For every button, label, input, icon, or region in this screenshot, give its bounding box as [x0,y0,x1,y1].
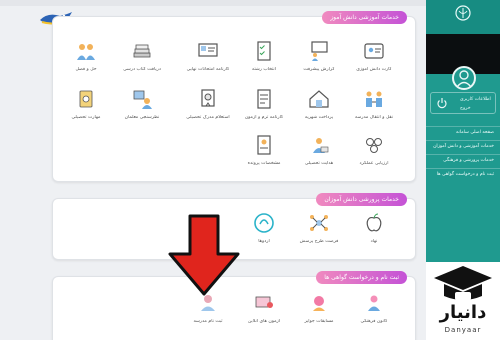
evaluation-icon [366,138,382,153]
house-payment-icon [309,90,329,108]
section-title: خدمات آموزشی دانش آموز [322,11,407,24]
top-strip [0,0,426,6]
tile-label: اردوها [258,239,270,244]
logout-link[interactable]: خروج [460,106,471,111]
tile-label: هدایت تحصیلی [304,161,334,166]
tile-label: انتخاب رشته [251,67,276,72]
watermark-logo: دانیار Danyaar [426,262,500,340]
skill-book-icon [79,90,93,108]
guidance-icon [313,138,329,153]
user-info-label: اطلاعات کاربری [460,97,491,102]
tile-student-card[interactable]: کارت دانش آموزی [349,39,399,85]
tile-label: کانون فرهنگی [360,319,388,324]
section-title: ثبت نام و درخواست گواهی ها [316,271,407,284]
sidebar-emblem-bar [426,0,500,34]
profile-doc-icon [257,135,271,155]
tile-resolve[interactable]: حل و فصل [61,39,111,85]
tile-label: کارت دانش آموزی [356,67,392,72]
tile-textbooks[interactable]: دریافت کتاب درسی [117,39,167,85]
tile-label: آزمون های آنلاین [247,319,281,324]
tile-institution[interactable]: نهاد [349,211,399,257]
meeting-icon [77,44,95,60]
survey-icon [133,90,152,109]
kids-icon [368,295,380,311]
tile-field-selection[interactable]: انتخاب رشته [239,39,289,85]
report-card-icon [198,43,218,57]
tile-label: مسابقات جوایز [304,319,334,324]
tile-label: کارنامه امتحانات نهایی [186,67,230,72]
tile-label: نقل و انتقال مدرسه [354,115,394,120]
tile-performance-evaluation[interactable]: ارزیابی عملکرد [349,133,399,179]
exam-sheet-icon [257,89,271,109]
online-exam-icon [255,296,273,308]
tile-progress-report[interactable]: گزارش پیشرفت [294,39,344,85]
tile-question-plan[interactable]: فرصت طرح پرسش [294,211,344,257]
books-icon [133,44,151,58]
prize-icon [313,296,325,311]
power-icon[interactable] [436,97,448,109]
certificate-icon [201,89,215,107]
sidebar-item-home[interactable]: صفحه اصلی سامانه [426,126,500,138]
sidebar-item-culture[interactable]: خدمات پرورشی و فرهنگی [426,154,500,166]
tile-teacher-survey[interactable]: نظرسنجی معلمان [117,87,167,133]
tile-certificate-inquiry[interactable]: استعلام مدرک تحصیلی [183,87,233,133]
tile-camps[interactable]: اردوها [239,211,289,257]
tile-tuition[interactable]: پرداخت شهریه [294,87,344,133]
tile-final-exam-report[interactable]: کارنامه امتحانات نهایی [183,39,233,85]
tile-school-registration[interactable]: ثبت نام مدرسه [183,291,233,337]
app-root: خدمات آموزشی دانش آموز کارت دانش آموزی گ… [0,0,500,340]
tile-school-transfer[interactable]: نقل و انتقال مدرسه [349,87,399,133]
tile-label: فرصت طرح پرسش [299,239,339,244]
tile-label: ارزیابی عملکرد [359,161,389,166]
tile-label: کارنامه ترم و آزمون [244,115,284,120]
tile-term-report[interactable]: کارنامه ترم و آزمون [239,87,289,133]
sidebar-item-registration[interactable]: ثبت نام و درخواست گواهی ها [426,168,500,180]
apple-icon [366,213,382,232]
tile-profile-file[interactable]: مشخصات پرونده [239,133,289,179]
teacher-board-icon [311,41,328,61]
emblem-icon [455,5,471,21]
tile-label: دریافت کتاب درسی [123,67,161,72]
red-arrow-icon [168,214,240,296]
education-services-card: خدمات آموزشی دانش آموز کارت دانش آموزی گ… [52,11,416,182]
network-icon [310,215,328,231]
tile-label: گزارش پیشرفت [303,67,335,72]
tile-online-exams[interactable]: آزمون های آنلاین [239,291,289,337]
tile-label: ثبت نام مدرسه [193,319,223,324]
tile-label: مهارت تحصیلی [71,115,101,120]
user-avatar [452,66,476,90]
brand-latin: Danyaar [444,326,482,334]
tile-academic-guidance[interactable]: هدایت تحصیلی [294,133,344,179]
transfer-icon [366,91,382,107]
tile-label: نهاد [370,239,378,244]
tile-label: استعلام مدرک تحصیلی [186,115,230,120]
id-card-icon [364,43,384,59]
brand-name: دانیار [439,302,487,323]
tile-label: مشخصات پرونده [247,161,281,166]
user-icon [456,70,472,88]
section-title: خدمات پرورشی دانش آموزان [316,193,407,206]
sidebar-item-education[interactable]: خدمات آموزشی و دانش آموزان [426,140,500,152]
tile-competitions[interactable]: مسابقات جوایز [294,291,344,337]
tile-label: نظرسنجی معلمان [124,115,160,120]
tile-academic-skill[interactable]: مهارت تحصیلی [61,87,111,133]
camp-icon [254,213,274,233]
checklist-icon [257,41,271,61]
tile-label: حل و فصل [75,67,97,72]
tile-cultural-center[interactable]: کانون فرهنگی [349,291,399,337]
tile-label: پرداخت شهریه [304,115,334,120]
